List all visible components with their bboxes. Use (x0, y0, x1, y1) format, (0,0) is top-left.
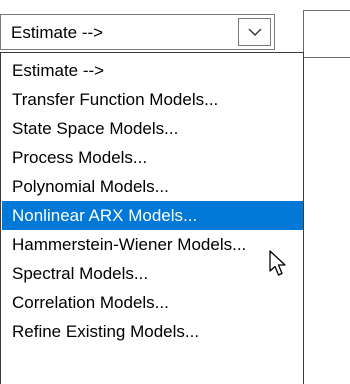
chevron-down-icon (248, 28, 262, 36)
mouse-pointer-icon (269, 250, 286, 276)
dropdown-item-state-space-models[interactable]: State Space Models... (2, 114, 303, 143)
dropdown-item-transfer-function-models[interactable]: Transfer Function Models... (2, 85, 303, 114)
dropdown-item-spectral-models[interactable]: Spectral Models... (2, 259, 303, 288)
dropdown-item-process-models[interactable]: Process Models... (2, 143, 303, 172)
dropdown-item-polynomial-models[interactable]: Polynomial Models... (2, 172, 303, 201)
dropdown-item-hammerstein-wiener-models[interactable]: Hammerstein-Wiener Models... (2, 230, 303, 259)
estimate-combobox[interactable]: Estimate --> (0, 14, 275, 50)
dropdown-item-correlation-models[interactable]: Correlation Models... (2, 288, 303, 317)
combobox-dropdown-button[interactable] (238, 18, 271, 46)
estimate-dropdown-view: Estimate --> Estimate --> Transfer Funct… (0, 0, 350, 384)
dropdown-item-estimate[interactable]: Estimate --> (2, 56, 303, 85)
dropdown-item-refine-existing-models[interactable]: Refine Existing Models... (2, 317, 303, 346)
dropdown-list: Estimate --> Transfer Function Models...… (0, 52, 304, 384)
adjacent-control[interactable] (303, 10, 350, 58)
dropdown-item-nonlinear-arx-models[interactable]: Nonlinear ARX Models... (2, 201, 303, 230)
combobox-selected-value: Estimate --> (11, 23, 104, 42)
